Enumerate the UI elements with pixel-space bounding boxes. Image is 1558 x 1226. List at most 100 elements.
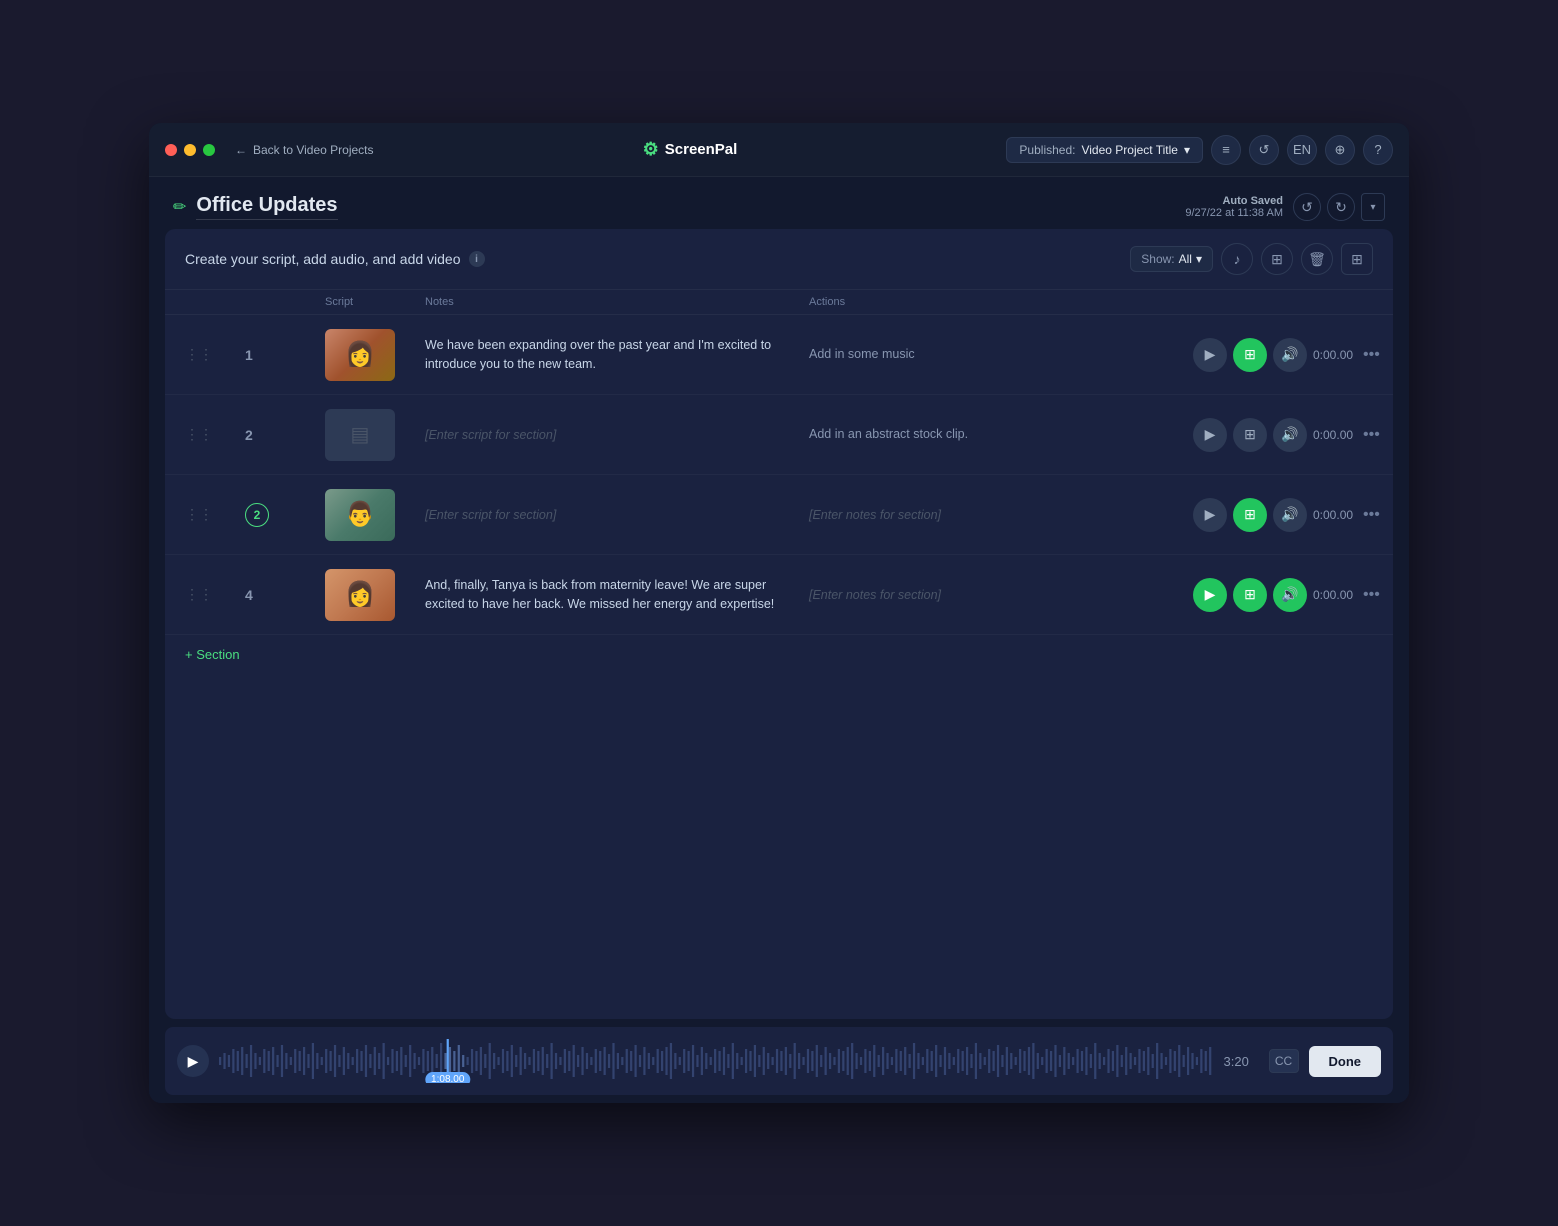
show-filter-dropdown[interactable]: Show: All ▾: [1130, 246, 1213, 272]
more-options-button[interactable]: •••: [1359, 422, 1384, 448]
logo-icon: ⚙: [643, 139, 659, 160]
time-display: 0:00.00: [1313, 588, 1353, 602]
add-section-label: + Section: [185, 647, 240, 662]
clip-action-button[interactable]: ⊞: [1233, 338, 1267, 372]
drag-handle[interactable]: ⋮⋮: [185, 426, 245, 443]
audio-action-button[interactable]: 🔊: [1273, 498, 1307, 532]
history-icon-button[interactable]: ↺: [1249, 135, 1279, 165]
clip-action-button[interactable]: ⊞: [1233, 418, 1267, 452]
help-icon-button[interactable]: ?: [1363, 135, 1393, 165]
thumbnail[interactable]: 👩: [325, 329, 395, 381]
actions-cell: ▶ ⊞ 🔊 0:00.00 •••: [1193, 418, 1373, 452]
project-title-section: ✏ Office Updates: [173, 194, 338, 220]
time-display: 0:00.00: [1313, 428, 1353, 442]
history-dropdown-button[interactable]: ▾: [1361, 193, 1385, 221]
thumbnail-image: 👨: [325, 489, 395, 541]
back-arrow-icon: ←: [235, 143, 247, 157]
publish-status-label: Published:: [1019, 143, 1075, 157]
drag-handle[interactable]: ⋮⋮: [185, 586, 245, 603]
maximize-button[interactable]: [203, 144, 215, 156]
more-options-button[interactable]: •••: [1359, 582, 1384, 608]
redo-button[interactable]: ↻: [1327, 193, 1355, 221]
minimize-button[interactable]: [184, 144, 196, 156]
notes-text[interactable]: Add in some music: [809, 345, 1193, 364]
audio-action-button[interactable]: 🔊: [1273, 418, 1307, 452]
audio-action-button[interactable]: 🔊: [1273, 338, 1307, 372]
video-action-button[interactable]: ▶: [1193, 338, 1227, 372]
table-row: ⋮⋮ 2 ▤ [Enter script for section] Add in…: [165, 395, 1393, 475]
language-button[interactable]: EN: [1287, 135, 1317, 165]
publish-button[interactable]: Published: Video Project Title ▾: [1006, 137, 1203, 163]
notes-placeholder[interactable]: [Enter notes for section]: [809, 588, 1193, 602]
more-options-button[interactable]: •••: [1359, 502, 1384, 528]
duration-display: 3:20: [1224, 1054, 1259, 1069]
video-action-button[interactable]: ▶: [1193, 418, 1227, 452]
drag-handle[interactable]: ⋮⋮: [185, 506, 245, 523]
done-button[interactable]: Done: [1309, 1046, 1382, 1077]
thumbnail[interactable]: ▤: [325, 409, 395, 461]
waveform-svg: [219, 1039, 1214, 1083]
thumbnail-image: 👩: [325, 329, 395, 381]
video-action-button[interactable]: ▶: [1193, 578, 1227, 612]
copy-icon-button[interactable]: ⊞: [1261, 243, 1293, 275]
time-display: 0:00.00: [1313, 508, 1353, 522]
row-number: 2: [245, 427, 325, 443]
row-number: 1: [245, 347, 325, 363]
main-area: ✏ Office Updates Auto Saved 9/27/22 at 1…: [149, 177, 1409, 1103]
table-row: ⋮⋮ 4 👩 And, finally, Tanya is back from …: [165, 555, 1393, 635]
content-header: ✏ Office Updates Auto Saved 9/27/22 at 1…: [149, 177, 1409, 229]
table-row: ⋮⋮ 2 👨 [Enter script for section] [Enter…: [165, 475, 1393, 555]
script-placeholder[interactable]: [Enter script for section]: [425, 508, 809, 522]
clip-action-button[interactable]: ⊞: [1233, 578, 1267, 612]
delete-icon-button[interactable]: 🗑: [1301, 243, 1333, 275]
actions-column-header: Actions: [809, 296, 1193, 308]
actions-cell: ▶ ⊞ 🔊 0:00.00 •••: [1193, 578, 1373, 612]
title-bar-right: Published: Video Project Title ▾ ≡ ↺ EN …: [1006, 135, 1393, 165]
auto-saved-status: Auto Saved 9/27/22 at 11:38 AM: [1185, 195, 1283, 219]
more-options-button[interactable]: •••: [1359, 342, 1384, 368]
chevron-down-icon: ▾: [1184, 143, 1190, 157]
timeline-bar: ▶: [165, 1027, 1393, 1095]
info-icon[interactable]: i: [469, 251, 485, 267]
thumbnail[interactable]: 👨: [325, 489, 395, 541]
undo-button[interactable]: ↺: [1293, 193, 1321, 221]
project-title[interactable]: Office Updates: [196, 194, 337, 217]
script-placeholder[interactable]: [Enter script for section]: [425, 428, 809, 442]
title-bar: ← Back to Video Projects ⚙ ScreenPal Pub…: [149, 123, 1409, 177]
script-area: Create your script, add audio, and add v…: [165, 229, 1393, 1019]
notes-text[interactable]: Add in an abstract stock clip.: [809, 425, 1193, 444]
playhead-time-label: 1:08.00: [425, 1072, 470, 1083]
thumbnail[interactable]: 👩: [325, 569, 395, 621]
layers-icon-button[interactable]: ⊕: [1325, 135, 1355, 165]
music-icon-button[interactable]: ♪: [1221, 243, 1253, 275]
script-text[interactable]: And, finally, Tanya is back from materni…: [425, 576, 809, 614]
actions-cell: ▶ ⊞ 🔊 0:00.00 •••: [1193, 498, 1373, 532]
row-number: 4: [245, 587, 325, 603]
back-label: Back to Video Projects: [253, 143, 374, 157]
drag-handle[interactable]: ⋮⋮: [185, 346, 245, 363]
play-icon: ▶: [188, 1053, 199, 1070]
edit-icon: ✏: [173, 197, 186, 217]
video-action-button[interactable]: ▶: [1193, 498, 1227, 532]
traffic-lights: [165, 144, 215, 156]
script-column-header: Script: [325, 296, 425, 308]
publish-value: Video Project Title: [1081, 143, 1178, 157]
chevron-down-icon: ▾: [1196, 252, 1202, 266]
notes-column-header: Notes: [425, 296, 809, 308]
table-body: ⋮⋮ 1 👩 We have been expanding over the p…: [165, 315, 1393, 1019]
show-label: Show:: [1141, 252, 1174, 266]
list-icon-button[interactable]: ≡: [1211, 135, 1241, 165]
back-to-projects-button[interactable]: ← Back to Video Projects: [235, 143, 374, 157]
caption-icon-button[interactable]: CC: [1269, 1049, 1299, 1073]
thumbnail-placeholder: ▤: [351, 422, 370, 447]
close-button[interactable]: [165, 144, 177, 156]
grid-view-button[interactable]: ⊞: [1341, 243, 1373, 275]
title-underline: [196, 219, 337, 220]
play-button[interactable]: ▶: [177, 1045, 209, 1077]
add-section-button[interactable]: + Section: [165, 635, 1393, 674]
notes-placeholder[interactable]: [Enter notes for section]: [809, 508, 1193, 522]
script-text[interactable]: We have been expanding over the past yea…: [425, 336, 809, 374]
audio-action-button[interactable]: 🔊: [1273, 578, 1307, 612]
clip-action-button[interactable]: ⊞: [1233, 498, 1267, 532]
waveform[interactable]: 1:08.00: [219, 1039, 1214, 1083]
